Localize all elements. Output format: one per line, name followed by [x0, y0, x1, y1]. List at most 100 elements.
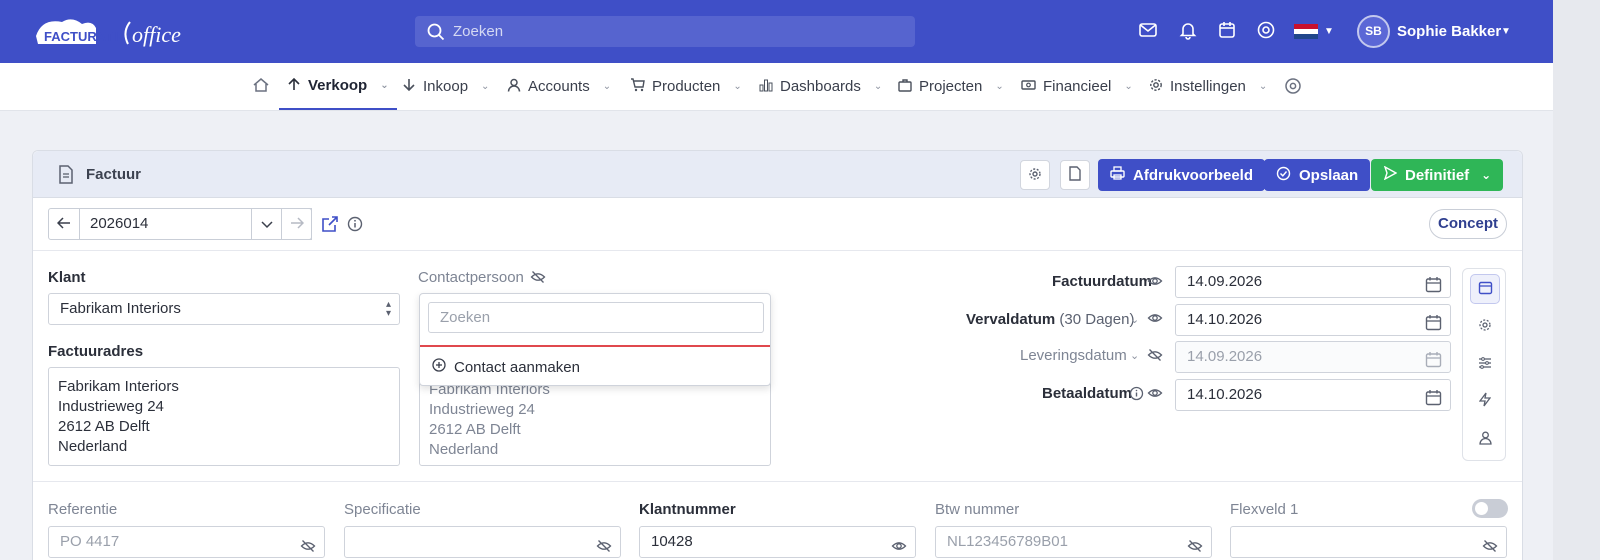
nav-dashboards[interactable]: Dashboards ⌄: [759, 63, 882, 110]
eye-off-icon[interactable]: [300, 535, 316, 560]
eye-off-icon[interactable]: [1147, 347, 1163, 366]
finalize-button[interactable]: Definitief ⌄: [1371, 159, 1504, 191]
factuurdatum-field[interactable]: 14.09.2026: [1175, 266, 1451, 298]
language-flag-icon[interactable]: [1294, 24, 1318, 39]
calendar-icon: [1478, 280, 1493, 298]
scrollbar[interactable]: [1553, 0, 1600, 560]
preview-button[interactable]: Afdrukvoorbeeld: [1098, 159, 1266, 191]
chevron-down-icon[interactable]: ⌄: [1130, 313, 1139, 326]
settings-button[interactable]: [1020, 160, 1050, 190]
sliders-tab[interactable]: [1470, 349, 1500, 379]
eye-icon[interactable]: [1256, 20, 1278, 42]
specificatie-field[interactable]: [344, 526, 621, 558]
settings-tab[interactable]: [1470, 311, 1500, 341]
previous-invoice-button[interactable]: [48, 208, 80, 240]
gear-icon: [1149, 78, 1163, 96]
nav-label: Projecten: [919, 78, 983, 95]
svg-text:office: office: [132, 22, 181, 47]
pdf-button[interactable]: [1060, 160, 1090, 190]
eye-icon[interactable]: [1147, 310, 1163, 329]
eye-icon[interactable]: [1147, 385, 1163, 404]
betaaldatum-field[interactable]: 14.10.2026: [1175, 379, 1451, 411]
chevron-down-icon: ⌄: [1481, 168, 1492, 182]
global-search[interactable]: [415, 16, 915, 47]
status-badge[interactable]: Concept: [1429, 209, 1507, 239]
home-icon[interactable]: [252, 76, 270, 97]
nav-financieel[interactable]: Financieel ⌄: [1021, 63, 1133, 110]
button-label: Opslaan: [1299, 166, 1359, 184]
specificatie-label: Specificatie: [344, 501, 421, 518]
address-line: Industrieweg 24: [58, 398, 164, 415]
referentie-field[interactable]: PO 4417: [48, 526, 325, 558]
flexveld-field[interactable]: [1230, 526, 1507, 558]
next-invoice-button[interactable]: [281, 208, 312, 240]
mail-icon[interactable]: [1138, 20, 1160, 42]
chevron-down-icon[interactable]: ▼: [1324, 26, 1346, 48]
arrow-right-icon: [290, 216, 304, 232]
contact-search-input[interactable]: Zoeken: [428, 302, 764, 333]
nav-inkoop[interactable]: Inkoop ⌄: [402, 63, 489, 110]
nav-label: Inkoop: [423, 78, 469, 95]
eye-off-icon[interactable]: [1482, 535, 1498, 560]
nav-instellingen[interactable]: Instellingen ⌄: [1149, 63, 1267, 110]
app-logo[interactable]: FACTURATIE office: [32, 14, 204, 50]
document-icon: [58, 165, 74, 187]
vervaldatum-days: (30 Dagen): [1059, 311, 1135, 328]
avatar[interactable]: SB: [1357, 15, 1390, 48]
eye-icon[interactable]: [1147, 273, 1163, 292]
chevron-down-icon[interactable]: ⌄: [1130, 349, 1139, 362]
nav-projecten[interactable]: Projecten ⌄: [898, 63, 1004, 110]
calendar-icon: [1425, 274, 1442, 304]
external-link-icon[interactable]: [321, 215, 339, 236]
address-line: Industrieweg 24: [429, 401, 535, 418]
nav-verkoop[interactable]: Verkoop ⌄: [279, 63, 397, 110]
date-value: 14.10.2026: [1187, 311, 1263, 328]
vervaldatum-field[interactable]: 14.10.2026: [1175, 304, 1451, 336]
klantnummer-field[interactable]: 10428: [639, 526, 916, 558]
nav-label: Verkoop: [308, 77, 368, 94]
leveringsdatum-field[interactable]: 14.09.2026: [1175, 341, 1451, 373]
eye-off-icon[interactable]: [530, 269, 546, 288]
info-icon[interactable]: [347, 216, 363, 235]
invoice-select-button[interactable]: [251, 208, 282, 240]
klant-select[interactable]: Fabrikam Interiors ▴ ▾: [48, 293, 400, 325]
calendar-icon[interactable]: [1217, 20, 1239, 42]
eye-off-icon[interactable]: [596, 535, 612, 560]
option-label: Contact aanmaken: [454, 358, 580, 376]
eye-off-icon[interactable]: [1187, 535, 1203, 560]
file-icon: [1069, 166, 1081, 184]
flexveld-label: Flexveld 1: [1230, 501, 1299, 518]
chevron-down-icon[interactable]: ▼: [1501, 26, 1523, 48]
create-contact-option[interactable]: Contact aanmaken: [432, 358, 580, 376]
calendar-tab[interactable]: [1470, 274, 1500, 304]
sliders-icon: [1478, 356, 1492, 373]
divider: [33, 250, 1522, 251]
eye-icon[interactable]: [891, 535, 907, 560]
factuuradres-field[interactable]: Fabrikam Interiors Industrieweg 24 2612 …: [48, 367, 400, 466]
calendar-icon: [1425, 349, 1442, 379]
bell-icon[interactable]: [1178, 20, 1200, 42]
person-tab[interactable]: [1470, 424, 1500, 454]
search-input[interactable]: [453, 16, 893, 47]
plus-circle-icon: [432, 358, 446, 376]
chevron-down-icon: ⌄: [1124, 81, 1133, 92]
user-name[interactable]: Sophie Bakker: [1397, 23, 1501, 40]
eye-icon[interactable]: [1284, 77, 1302, 98]
btw-label: Btw nummer: [935, 501, 1020, 518]
btw-field[interactable]: NL123456789B01: [935, 526, 1212, 558]
contact-dropdown: Zoeken Contact aanmaken: [419, 293, 771, 386]
factuuradres-label: Factuuradres: [48, 343, 144, 360]
printer-icon: [1110, 166, 1125, 184]
referentie-label: Referentie: [48, 501, 118, 518]
nav-producten[interactable]: Producten ⌄: [630, 63, 742, 110]
invoice-card: Factuur Afdrukvoorbeeld Opslaan Definiti…: [32, 150, 1523, 560]
automation-tab[interactable]: [1470, 386, 1500, 416]
nav-accounts[interactable]: Accounts ⌄: [507, 63, 611, 110]
flexveld-toggle[interactable]: [1472, 499, 1508, 518]
info-icon[interactable]: [1129, 386, 1144, 404]
nav-label: Producten: [652, 78, 721, 95]
save-button[interactable]: Opslaan: [1264, 159, 1371, 191]
divider: [420, 345, 770, 347]
search-icon: [427, 23, 445, 44]
bar-chart-icon: [759, 78, 773, 96]
